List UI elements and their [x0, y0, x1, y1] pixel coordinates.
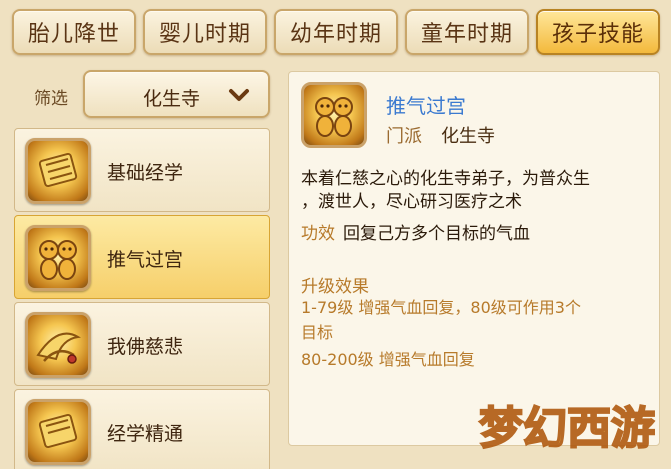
tab-fetal[interactable]: 胎儿降世 [12, 9, 136, 55]
skill-list[interactable]: 基础经学 推气过宫 我佛慈悲 经学精通 [14, 125, 272, 469]
school-label: 门派 [386, 126, 422, 147]
effect-label: 功效 [301, 224, 335, 244]
skill-item-push-qi[interactable]: 推气过宫 [14, 215, 270, 299]
skill-title: 推气过宫 [386, 94, 466, 118]
description-line: ，渡世人，尽心研习医疗之术 [301, 192, 522, 212]
upgrade-line: 目标 [301, 323, 334, 342]
tab-toddler[interactable]: 幼年时期 [274, 9, 398, 55]
skill-name: 基础经学 [107, 162, 184, 184]
skill-item-scripture-mastery[interactable]: 经学精通 [14, 389, 270, 469]
skill-name: 推气过宫 [107, 249, 184, 271]
tab-childhood[interactable]: 童年时期 [405, 9, 529, 55]
skill-item-basic-scripture[interactable]: 基础经学 [14, 128, 270, 212]
tab-bar: 胎儿降世 婴儿时期 幼年时期 童年时期 孩子技能 [12, 9, 662, 59]
twin-figures-skill-icon [25, 225, 91, 291]
school-filter-select[interactable]: 化生寺 [83, 70, 270, 118]
school-value: 化生寺 [441, 126, 495, 147]
skill-description: 本着仁慈之心的化生寺弟子，为普众生 ，渡世人，尽心研习医疗之术 [301, 168, 651, 214]
tab-child-skills[interactable]: 孩子技能 [536, 9, 660, 55]
upgrade-line: 1-79级 增强气血回复，80级可作用3个 [301, 298, 581, 317]
skill-name: 我佛慈悲 [107, 336, 184, 358]
chevron-down-icon [229, 89, 249, 101]
twin-figures-skill-icon [301, 82, 367, 148]
watermark-text: 梦幻西游 [479, 403, 655, 454]
skill-name: 经学精通 [107, 423, 184, 445]
scroll-skill-icon [25, 138, 91, 204]
tab-infant[interactable]: 婴儿时期 [143, 9, 267, 55]
effect-row: 功效 回复己方多个目标的气血 [301, 219, 530, 244]
upgrade-line: 80-200级 增强气血回复 [301, 350, 475, 369]
description-line: 本着仁慈之心的化生寺弟子，为普众生 [301, 169, 590, 189]
filter-selected-value: 化生寺 [143, 88, 201, 110]
effect-value: 回复己方多个目标的气血 [343, 224, 530, 244]
filter-label: 筛选 [34, 89, 68, 109]
skill-item-buddha-mercy[interactable]: 我佛慈悲 [14, 302, 270, 386]
scroll-skill-icon [25, 399, 91, 465]
lotus-swirl-skill-icon [25, 312, 91, 378]
upgrade-title: 升级效果 [301, 277, 369, 297]
watermark-logo: 梦幻西游 [478, 402, 656, 455]
